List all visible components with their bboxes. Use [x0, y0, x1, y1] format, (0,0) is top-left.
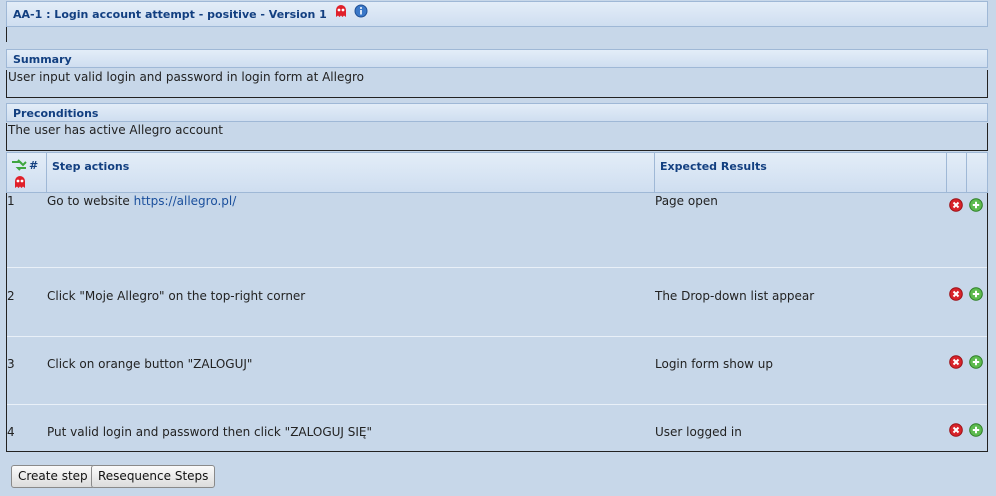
row-divider	[7, 336, 987, 337]
delete-step-icon[interactable]	[949, 198, 963, 215]
step-action: Go to website https://allegro.pl/	[47, 194, 236, 208]
test-case-title-bar: AA-1 : Login account attempt - positive …	[6, 1, 988, 27]
test-case-title: AA-1 : Login account attempt - positive …	[13, 8, 327, 21]
summary-header: Summary	[6, 49, 988, 68]
step-action-text: Go to website	[47, 194, 134, 208]
delete-column	[946, 153, 967, 192]
step-result: Login form show up	[655, 357, 774, 371]
step-number: 4	[7, 425, 15, 439]
resequence-steps-button[interactable]: Resequence Steps	[91, 465, 216, 488]
preconditions-body: The user has active Allegro account	[6, 123, 988, 151]
summary-heading: Summary	[13, 53, 72, 66]
preconditions-text: The user has active Allegro account	[8, 123, 223, 137]
step-result: User logged in	[655, 425, 742, 439]
ghost-icon[interactable]	[334, 2, 348, 28]
step-number: 2	[7, 289, 15, 303]
step-number: 3	[7, 357, 15, 371]
row-divider	[7, 404, 987, 405]
step-action: Click "Moje Allegro" on the top-right co…	[47, 289, 306, 303]
delete-step-icon[interactable]	[949, 355, 963, 372]
step-result: Page open	[655, 194, 718, 208]
step-number-label: #	[29, 159, 39, 172]
summary-text: User input valid login and password in l…	[8, 70, 364, 84]
add-column	[966, 153, 986, 192]
create-step-button[interactable]: Create step	[11, 465, 95, 488]
preconditions-header: Preconditions	[6, 103, 988, 122]
step-action: Put valid login and password then click …	[47, 425, 373, 439]
add-step-icon[interactable]	[969, 287, 983, 304]
row-actions	[949, 287, 985, 304]
delete-step-icon[interactable]	[949, 423, 963, 440]
row-actions	[949, 198, 985, 215]
step-actions-column: Step actions	[46, 153, 655, 192]
row-actions	[949, 423, 985, 440]
add-step-icon[interactable]	[969, 198, 983, 215]
divider	[6, 27, 7, 42]
step-result: The Drop-down list appear	[655, 289, 815, 303]
add-step-icon[interactable]	[969, 423, 983, 440]
expected-results-label: Expected Results	[660, 160, 767, 173]
preconditions-heading: Preconditions	[13, 107, 99, 120]
step-number-column: #	[7, 153, 47, 192]
info-icon[interactable]	[354, 2, 368, 28]
steps-table-header: # Step actions Expected Results	[6, 152, 988, 193]
summary-body: User input valid login and password in l…	[6, 70, 988, 98]
step-action-link[interactable]: https://allegro.pl/	[134, 194, 237, 208]
reorder-icon[interactable]	[11, 159, 27, 174]
row-actions	[949, 355, 985, 372]
step-action: Click on orange button "ZALOGUJ"	[47, 357, 253, 371]
step-actions-label: Step actions	[52, 160, 130, 173]
step-number: 1	[7, 194, 15, 208]
ghost-icon[interactable]	[13, 175, 27, 192]
expected-results-column: Expected Results	[654, 153, 947, 192]
delete-step-icon[interactable]	[949, 287, 963, 304]
add-step-icon[interactable]	[969, 355, 983, 372]
steps-table-body: 1 Go to website https://allegro.pl/ Page…	[6, 193, 988, 452]
row-divider	[7, 267, 987, 268]
